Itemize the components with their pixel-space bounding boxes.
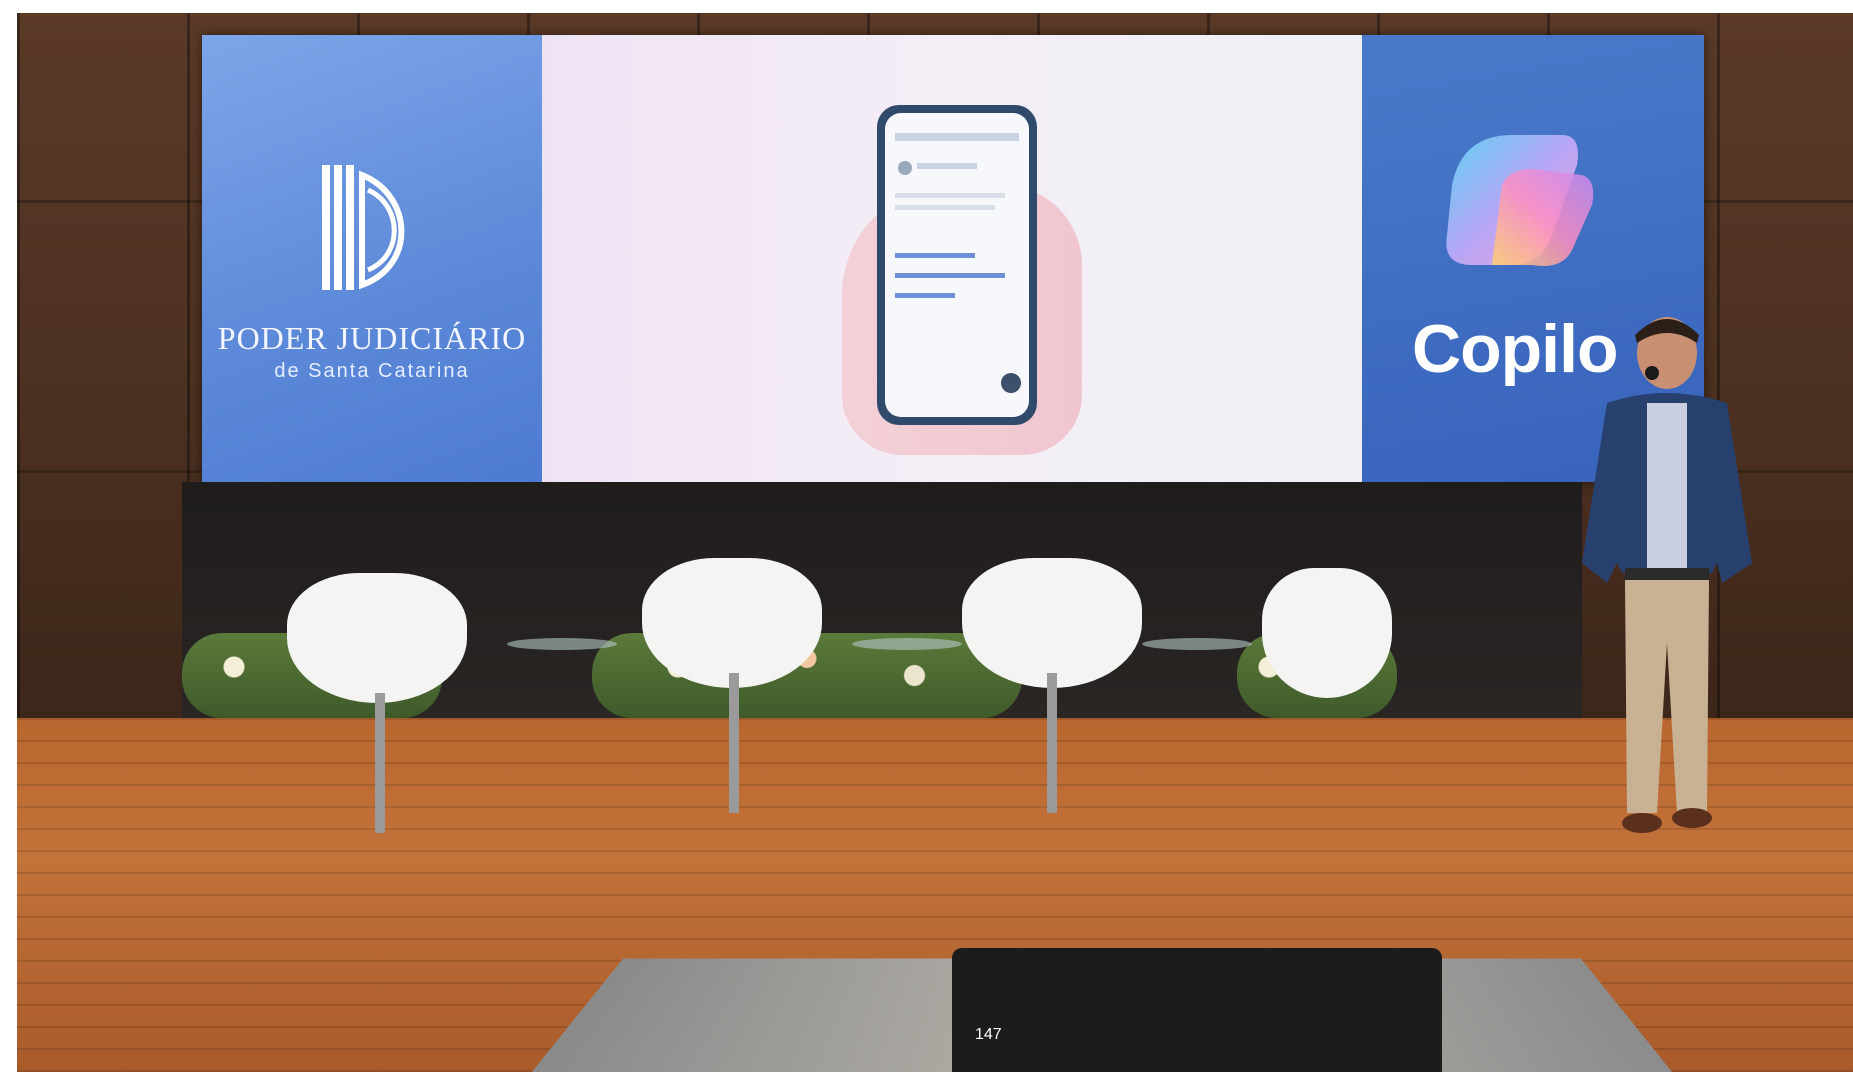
page-number: 147	[975, 1026, 1002, 1043]
white-chair	[287, 573, 467, 703]
event-photo: PODER JUDICIÁRIO de Santa Catarina Copil…	[17, 13, 1853, 1072]
white-chair	[642, 558, 822, 688]
white-chair	[962, 558, 1142, 688]
chair-stem	[729, 673, 739, 813]
phone-screen	[885, 113, 1029, 417]
led-screen: PODER JUDICIÁRIO de Santa Catarina Copil…	[202, 35, 1704, 482]
side-table	[1142, 638, 1252, 650]
chat-ui-icon	[895, 133, 1021, 393]
copilot-logo-icon	[1446, 135, 1594, 266]
screen-title: PODER JUDICIÁRIO	[217, 320, 527, 356]
screen-left-panel: PODER JUDICIÁRIO de Santa Catarina	[202, 35, 542, 482]
screen-center-panel	[542, 35, 1362, 482]
side-table	[507, 638, 617, 650]
chair-stem	[375, 693, 385, 833]
judiciario-logo-icon	[322, 165, 405, 290]
white-chair	[1262, 568, 1392, 698]
screen-subtitle: de Santa Catarina	[274, 360, 470, 382]
speaker-person-icon	[1582, 317, 1752, 833]
front-monitor-cover	[952, 948, 1442, 1072]
side-table	[852, 638, 962, 650]
chair-stem	[1047, 673, 1057, 813]
smartphone-image	[877, 105, 1037, 425]
